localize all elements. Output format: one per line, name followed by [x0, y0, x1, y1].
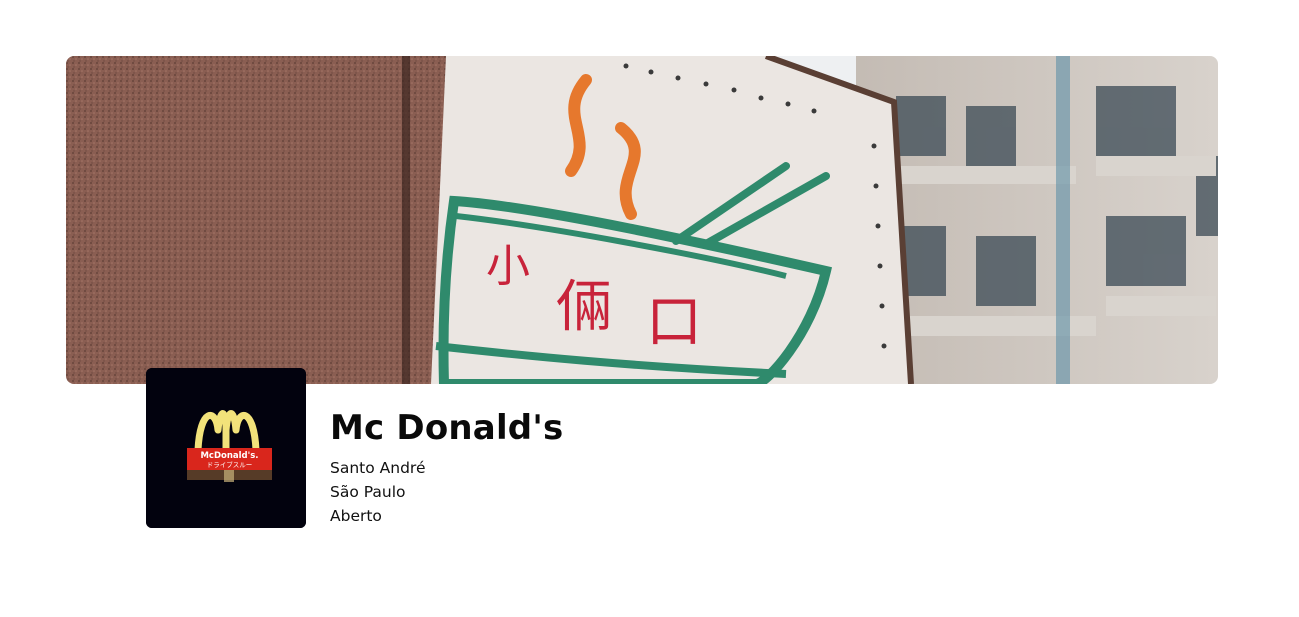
store-info: Mc Donald's Santo André São Paulo Aberto [330, 404, 563, 528]
svg-text:McDonald's.: McDonald's. [200, 451, 258, 461]
svg-text:小: 小 [486, 241, 530, 292]
store-logo: McDonald's. ドライブスルー [146, 368, 306, 528]
noodle-sign-photo: 小 倆 口 [66, 56, 1218, 384]
store-state: São Paulo [330, 483, 406, 501]
store-page: 小 倆 口 McDonald's. ドライブスルー Mc Donald's Sa… [0, 0, 1299, 617]
store-status: Aberto [330, 507, 382, 525]
mcdonalds-arches-icon: McDonald's. ドライブスルー [146, 368, 306, 528]
svg-text:口: 口 [646, 290, 702, 355]
store-city: Santo André [330, 459, 426, 477]
cover-banner-image: 小 倆 口 [66, 56, 1218, 384]
svg-text:ドライブスルー: ドライブスルー [207, 460, 253, 469]
store-name: Mc Donald's [330, 408, 564, 448]
svg-text:倆: 倆 [556, 275, 612, 340]
